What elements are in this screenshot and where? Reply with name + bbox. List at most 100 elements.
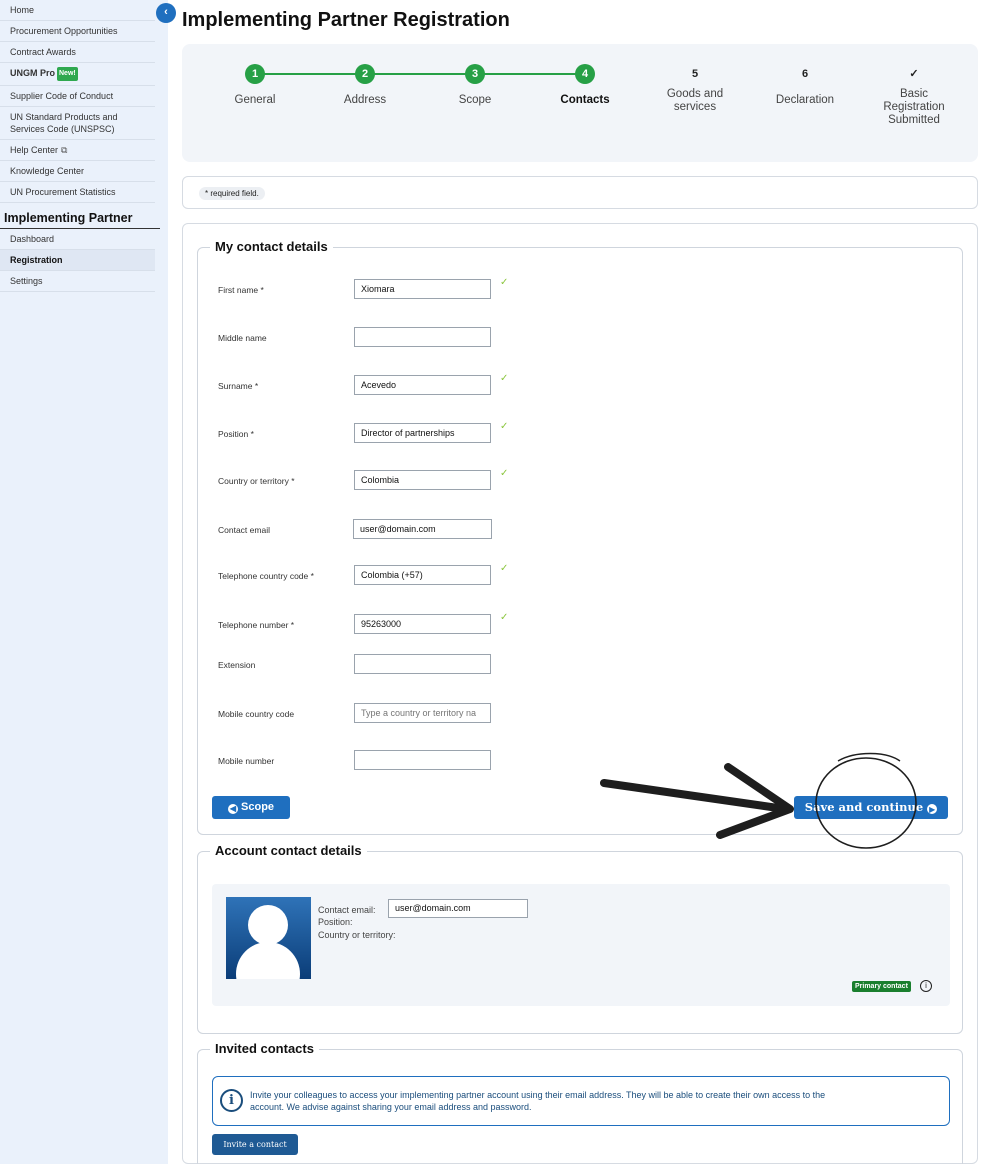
sidebar-item-help-center[interactable]: Help Center ⧉ bbox=[0, 140, 155, 161]
telephone-number-input[interactable] bbox=[354, 614, 491, 634]
sidebar-item-procurement-opportunities[interactable]: Procurement Opportunities bbox=[0, 21, 155, 42]
contacts-card: My contact details First name * ✓ Middle… bbox=[182, 223, 978, 1164]
field-label: Telephone number * bbox=[218, 620, 295, 630]
sidebar-item-knowledge-center[interactable]: Knowledge Center bbox=[0, 161, 155, 182]
step-label-line: Goods and bbox=[666, 88, 724, 100]
avatar-head bbox=[248, 905, 288, 945]
step-contacts[interactable]: 4 Contacts bbox=[530, 64, 640, 107]
country-select[interactable] bbox=[354, 470, 491, 490]
field-label: Surname * bbox=[218, 381, 259, 391]
section-legend: Account contact details bbox=[210, 843, 367, 858]
position-input[interactable] bbox=[354, 423, 491, 443]
step-label: Basic Registration Submitted bbox=[859, 88, 969, 127]
surname-row: Surname * ✓ bbox=[218, 373, 518, 397]
step-number: 2 bbox=[355, 64, 375, 84]
sidebar-section-title: Implementing Partner bbox=[0, 203, 160, 229]
account-contact-details-section: Account contact details Contact email: u… bbox=[197, 843, 963, 1034]
country-row: Country or territory * ✓ bbox=[218, 468, 518, 492]
step-number: 5 bbox=[691, 68, 699, 80]
telephone-country-code-row: Telephone country code * ✓ bbox=[218, 563, 518, 587]
registration-stepper: 1 General 2 Address 3 Scope 4 Contacts 5… bbox=[182, 44, 978, 162]
step-label-line: Submitted bbox=[888, 114, 940, 126]
contact-email-input[interactable] bbox=[353, 519, 492, 539]
step-declaration: 6 Declaration bbox=[750, 64, 860, 107]
step-label: Declaration bbox=[775, 94, 835, 106]
required-note-box: * required field. bbox=[182, 176, 978, 209]
annotation-overlay bbox=[600, 752, 917, 849]
help-center-label: Help Center bbox=[10, 145, 59, 155]
field-label: Position * bbox=[218, 429, 254, 439]
valid-check-icon: ✓ bbox=[500, 277, 509, 288]
sidebar-item-registration[interactable]: Registration bbox=[0, 250, 155, 271]
sidebar-item-unspsc[interactable]: UN Standard Products and Services Code (U… bbox=[0, 107, 155, 140]
step-scope[interactable]: 3 Scope bbox=[420, 64, 530, 107]
unspsc-line-1: UN Standard Products and bbox=[10, 112, 118, 122]
step-label: General bbox=[234, 94, 276, 106]
step-general[interactable]: 1 General bbox=[200, 64, 310, 107]
sidebar-item-contract-awards[interactable]: Contract Awards bbox=[0, 42, 155, 63]
sidebar-item-settings[interactable]: Settings bbox=[0, 271, 155, 292]
middle-name-input[interactable] bbox=[354, 327, 491, 347]
sidebar-item-dashboard[interactable]: Dashboard bbox=[0, 229, 155, 250]
field-label: Middle name bbox=[218, 333, 267, 343]
valid-check-icon: ✓ bbox=[500, 563, 509, 574]
sidebar-item-procurement-statistics[interactable]: UN Procurement Statistics bbox=[0, 182, 155, 203]
middle-name-row: Middle name bbox=[218, 327, 518, 349]
valid-check-icon: ✓ bbox=[500, 421, 509, 432]
sidebar-item-home[interactable]: Home bbox=[0, 0, 155, 21]
step-number: 3 bbox=[465, 64, 485, 84]
contact-email-label: Contact email: bbox=[318, 905, 376, 915]
step-label-line: services bbox=[673, 101, 717, 113]
new-badge: New! bbox=[57, 67, 78, 81]
info-circle-icon: i bbox=[220, 1089, 243, 1112]
telephone-number-row: Telephone number * ✓ bbox=[218, 612, 518, 636]
mobile-country-code-row: Mobile country code bbox=[218, 703, 518, 725]
required-field-note: * required field. bbox=[199, 187, 265, 200]
arrow-right-circle-icon: ▶ bbox=[927, 804, 938, 814]
invite-contact-button[interactable]: Invite a contact bbox=[212, 1134, 298, 1155]
step-submitted: ✓ Basic Registration Submitted bbox=[859, 64, 969, 127]
sidebar-item-supplier-code[interactable]: Supplier Code of Conduct bbox=[0, 86, 155, 107]
page-root: Home Procurement Opportunities Contract … bbox=[0, 0, 987, 1164]
unspsc-line-2: Services Code (UNSPSC) bbox=[10, 124, 115, 134]
step-number: 4 bbox=[575, 64, 595, 84]
valid-check-icon: ✓ bbox=[500, 373, 509, 384]
info-icon[interactable]: i bbox=[920, 980, 932, 992]
field-label: Contact email bbox=[218, 525, 270, 535]
position-row: Position * ✓ bbox=[218, 421, 518, 445]
valid-check-icon: ✓ bbox=[500, 612, 509, 623]
field-label: Extension bbox=[218, 660, 256, 670]
valid-check-icon: ✓ bbox=[500, 468, 509, 479]
first-name-input[interactable] bbox=[354, 279, 491, 299]
contact-email-row: Contact email bbox=[218, 519, 518, 541]
annotation-circle-stroke bbox=[837, 752, 901, 762]
telephone-country-code-select[interactable] bbox=[354, 565, 491, 585]
primary-contact-badge: Primary contact bbox=[852, 981, 911, 992]
surname-input[interactable] bbox=[354, 375, 491, 395]
back-to-scope-button[interactable]: ◀ Scope bbox=[212, 796, 290, 819]
extension-input[interactable] bbox=[354, 654, 491, 674]
invite-info-text: Invite your colleagues to access your im… bbox=[250, 1089, 940, 1113]
step-label: Address bbox=[343, 94, 387, 106]
invite-info-line: account. We advise against sharing your … bbox=[250, 1102, 532, 1112]
account-contact-card: Contact email: user@domain.com Position:… bbox=[212, 884, 950, 1006]
step-number: 6 bbox=[801, 68, 809, 80]
section-legend: Invited contacts bbox=[210, 1041, 319, 1056]
mobile-country-code-input[interactable] bbox=[354, 703, 491, 723]
step-goods-services: 5 Goods and services bbox=[640, 64, 750, 114]
position-label: Position: bbox=[318, 917, 353, 927]
field-label: First name * bbox=[218, 285, 264, 295]
step-label: Goods and services bbox=[640, 88, 750, 114]
account-contact-email: user@domain.com bbox=[388, 899, 528, 918]
checkmark-icon: ✓ bbox=[909, 68, 919, 80]
sidebar-collapse-button[interactable]: ‹ bbox=[156, 3, 176, 23]
field-label: Mobile country code bbox=[218, 709, 295, 719]
sidebar-item-ungm-pro[interactable]: UNGM Pro New! bbox=[0, 63, 155, 86]
country-label: Country or territory: bbox=[318, 930, 396, 940]
ungm-pro-label: UNGM Pro bbox=[10, 68, 55, 78]
step-label: Contacts bbox=[560, 94, 610, 106]
first-name-row: First name * ✓ bbox=[218, 277, 518, 301]
mobile-number-input[interactable] bbox=[354, 750, 491, 770]
field-label: Telephone country code * bbox=[218, 571, 314, 581]
step-address[interactable]: 2 Address bbox=[310, 64, 420, 107]
